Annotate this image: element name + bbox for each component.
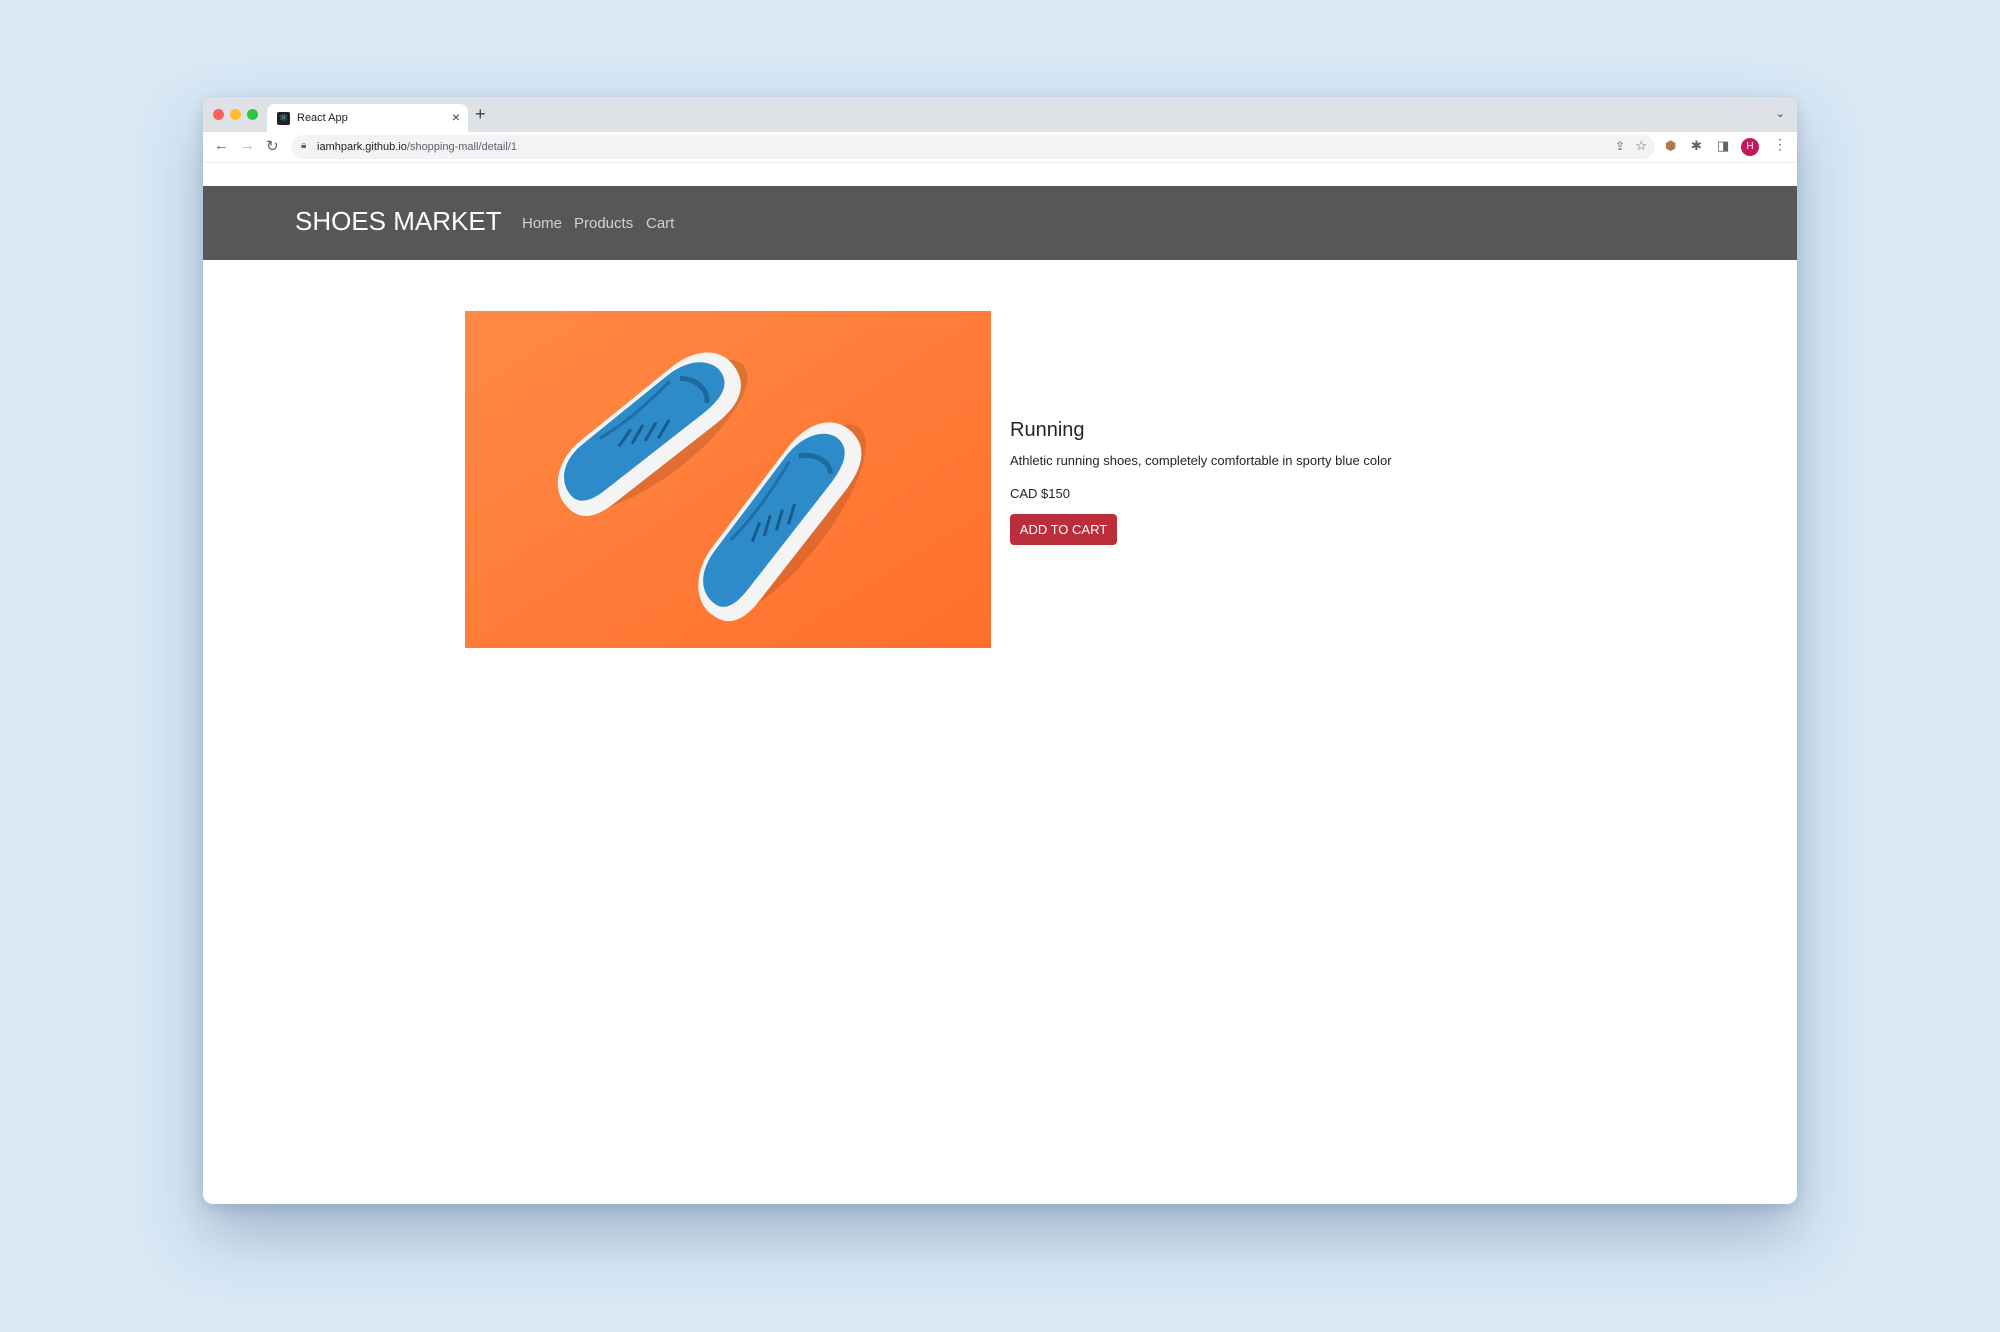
tab-close-icon[interactable]: × [452,109,460,125]
minimize-window-button[interactable] [230,109,241,120]
url-host: iamhpark.github.io [317,141,407,153]
extensions-puzzle-icon[interactable]: ✱ [1691,138,1702,154]
browser-window: ⚛ React App × + ⌄ ← → ↻ 🔒︎ iamhpark.gith… [203,97,1797,1204]
forward-arrow-icon[interactable]: → [240,137,255,154]
tab-title: React App [297,112,348,124]
browser-tab[interactable]: ⚛ React App × [267,104,468,132]
browser-toolbar: ← → ↻ 🔒︎ iamhpark.github.io/shopping-mal… [203,132,1797,163]
more-menu-icon[interactable]: ⋮ [1773,136,1787,153]
bookmark-star-icon[interactable]: ☆ [1635,138,1647,154]
back-arrow-icon[interactable]: ← [214,137,229,154]
url-path: /shopping-mall/detail/1 [406,141,517,153]
product-price: CAD $150 [1010,486,1070,501]
blue-running-shoes-image [465,311,991,648]
extension-icon[interactable]: ⬢ [1665,138,1676,154]
profile-avatar[interactable]: H [1741,138,1759,156]
react-favicon-icon: ⚛ [277,112,290,125]
product-name: Running [1010,419,1085,441]
nav-link-products[interactable]: Products [574,215,633,232]
nav-link-cart[interactable]: Cart [646,215,674,232]
tab-search-chevron-icon[interactable]: ⌄ [1776,107,1785,120]
side-panel-icon[interactable]: ◨ [1717,138,1729,154]
page-viewport: SHOES MARKET Home Products Cart Running … [203,163,1797,1204]
lock-icon[interactable]: 🔒︎ [301,140,306,151]
share-icon[interactable]: ⇪ [1615,139,1625,153]
nav-link-home[interactable]: Home [522,215,562,232]
new-tab-button[interactable]: + [475,104,486,125]
product-description: Athletic running shoes, completely comfo… [1010,453,1392,468]
maximize-window-button[interactable] [247,109,258,120]
tab-bar: ⚛ React App × + ⌄ [203,97,1797,132]
url-text[interactable]: iamhpark.github.io/shopping-mall/detail/… [317,141,517,153]
site-navbar: SHOES MARKET Home Products Cart [203,186,1797,260]
reload-icon[interactable]: ↻ [266,137,279,155]
site-brand[interactable]: SHOES MARKET [295,206,502,237]
close-window-button[interactable] [213,109,224,120]
product-image [465,311,991,648]
add-to-cart-button[interactable]: ADD TO CART [1010,514,1117,545]
address-bar[interactable]: 🔒︎ iamhpark.github.io/shopping-mall/deta… [291,135,1655,159]
